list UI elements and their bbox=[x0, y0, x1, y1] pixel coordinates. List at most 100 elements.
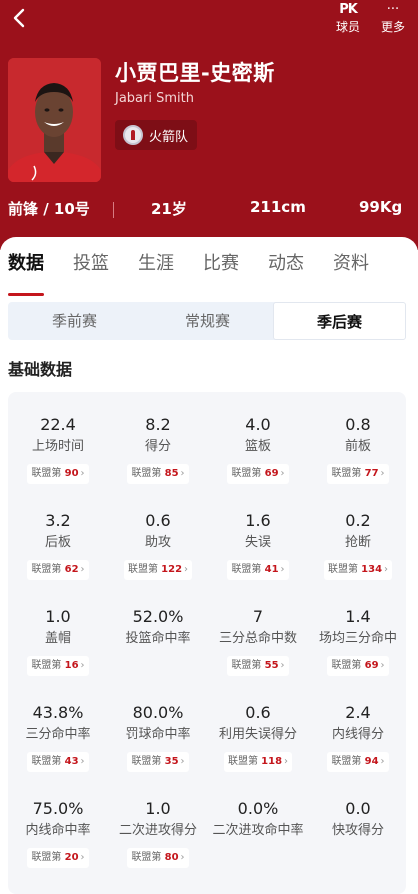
height: 211cm bbox=[250, 198, 306, 216]
segment-playoffs[interactable]: 季后赛 bbox=[273, 302, 406, 340]
team-logo-icon bbox=[123, 125, 143, 145]
rank-number: 43 bbox=[64, 756, 79, 767]
league-rank-link[interactable]: 联盟第 90 › bbox=[27, 464, 89, 484]
tab-data[interactable]: 数据 bbox=[8, 249, 44, 275]
rank-number: 122 bbox=[161, 564, 183, 575]
league-rank-link[interactable]: 联盟第 122 › bbox=[123, 560, 193, 580]
stat-value: 0.6 bbox=[145, 511, 171, 530]
rank-number: 69 bbox=[364, 660, 379, 671]
stat-value: 1.6 bbox=[245, 511, 271, 530]
league-rank-link[interactable]: 联盟第 55 › bbox=[227, 656, 289, 676]
rank-number: 55 bbox=[264, 660, 279, 671]
league-rank-link[interactable]: 联盟第 41 › bbox=[227, 560, 289, 580]
tab-profile[interactable]: 资料 bbox=[333, 249, 369, 275]
stat-cell: 0.6 利用失误得分 联盟第 118 › bbox=[208, 702, 308, 772]
stat-value: 2.4 bbox=[345, 703, 371, 722]
stat-label: 前板 bbox=[344, 439, 371, 454]
stat-cell: 3.2 后板 联盟第 62 › bbox=[8, 510, 108, 580]
stat-value: 8.2 bbox=[145, 415, 171, 434]
tab-shooting[interactable]: 投篮 bbox=[73, 249, 109, 275]
bio-divider bbox=[113, 202, 114, 218]
chevron-right-icon: › bbox=[384, 564, 389, 575]
league-rank-link[interactable]: 联盟第 77 › bbox=[327, 464, 389, 484]
rank-prefix: 联盟第 bbox=[331, 660, 365, 671]
more-button-label: 更多 bbox=[380, 20, 405, 34]
rank-number: 118 bbox=[261, 756, 283, 767]
stat-label: 三分命中率 bbox=[25, 727, 91, 742]
player-compare-button[interactable]: PK 球员 bbox=[331, 0, 365, 34]
tab-career[interactable]: 生涯 bbox=[138, 249, 174, 275]
rank-prefix: 联盟第 bbox=[31, 660, 65, 671]
team-link[interactable]: 火箭队 bbox=[115, 120, 197, 150]
stat-value: 0.8 bbox=[345, 415, 371, 434]
league-rank-link[interactable]: 联盟第 35 › bbox=[127, 752, 189, 772]
stat-cell: 80.0% 罚球命中率 联盟第 35 › bbox=[108, 702, 208, 772]
chevron-right-icon: › bbox=[280, 660, 285, 671]
team-name: 火箭队 bbox=[149, 129, 189, 145]
chevron-right-icon: › bbox=[80, 468, 85, 479]
rank-prefix: 联盟第 bbox=[227, 756, 262, 767]
stat-value: 1.0 bbox=[145, 799, 171, 818]
player-name-cn: 小贾巴里-史密斯 bbox=[115, 61, 275, 85]
league-rank-link[interactable]: 联盟第 62 › bbox=[27, 560, 89, 580]
stat-cell: 75.0% 内线命中率 联盟第 20 › bbox=[8, 798, 108, 868]
chevron-right-icon: › bbox=[80, 756, 85, 767]
tab-games[interactable]: 比赛 bbox=[203, 249, 239, 275]
chevron-right-icon: › bbox=[184, 564, 189, 575]
stat-label: 二次进攻命中率 bbox=[212, 823, 304, 838]
stat-label: 快攻得分 bbox=[331, 823, 384, 838]
stat-value: 0.2 bbox=[345, 511, 371, 530]
stat-cell: 0.6 助攻联盟第 122 › bbox=[108, 510, 208, 580]
rank-number: 134 bbox=[361, 564, 383, 575]
stat-label: 助攻 bbox=[144, 535, 171, 550]
rank-number: 94 bbox=[364, 756, 379, 767]
rank-prefix: 联盟第 bbox=[231, 564, 265, 575]
stat-value: 80.0% bbox=[132, 703, 184, 722]
league-rank-link[interactable]: 联盟第 43 › bbox=[27, 752, 89, 772]
player-bio: 前锋 / 10号 21岁 211cm 99Kg bbox=[0, 198, 418, 224]
main-tabs: 数据 投篮 生涯 比赛 动态 资料 bbox=[0, 249, 418, 296]
league-rank-link[interactable]: 联盟第 85 › bbox=[127, 464, 189, 484]
section-title: 基础数据 bbox=[8, 360, 73, 379]
rank-prefix: 联盟第 bbox=[231, 468, 265, 479]
segment-preseason[interactable]: 季前赛 bbox=[8, 302, 141, 340]
rank-prefix: 联盟第 bbox=[31, 468, 65, 479]
rank-prefix: 联盟第 bbox=[131, 756, 165, 767]
stat-label: 失误 bbox=[244, 535, 271, 550]
chevron-right-icon: › bbox=[284, 756, 289, 767]
chevron-right-icon: › bbox=[80, 660, 85, 671]
chevron-right-icon: › bbox=[280, 468, 285, 479]
league-rank-link[interactable]: 联盟第 94 › bbox=[327, 752, 389, 772]
rank-prefix: 联盟第 bbox=[31, 564, 65, 575]
stat-label: 利用失误得分 bbox=[218, 727, 297, 742]
tab-news[interactable]: 动态 bbox=[268, 249, 304, 275]
rank-prefix: 联盟第 bbox=[327, 564, 362, 575]
league-rank-link[interactable]: 联盟第 69 › bbox=[227, 464, 289, 484]
position-number: 前锋 / 10号 bbox=[8, 200, 90, 218]
more-button[interactable]: ··· 更多 bbox=[376, 0, 410, 34]
chevron-left-icon bbox=[13, 8, 25, 28]
league-rank-link[interactable]: 联盟第 134 › bbox=[323, 560, 393, 580]
league-rank-link[interactable]: 联盟第 69 › bbox=[327, 656, 389, 676]
rank-number: 85 bbox=[164, 468, 179, 479]
stat-value: 1.4 bbox=[345, 607, 371, 626]
back-button[interactable] bbox=[8, 6, 32, 30]
stat-cell: 0.2 抢断联盟第 134 › bbox=[308, 510, 408, 580]
stat-label: 后板 bbox=[44, 535, 71, 550]
stat-value: 4.0 bbox=[245, 415, 271, 434]
league-rank-link[interactable]: 联盟第 16 › bbox=[27, 656, 89, 676]
segment-regular[interactable]: 常规赛 bbox=[141, 302, 274, 340]
rank-number: 35 bbox=[164, 756, 179, 767]
stat-value: 0.0 bbox=[345, 799, 371, 818]
stat-label: 上场时间 bbox=[31, 439, 84, 454]
stat-cell: 0.8 前板联盟第 77 › bbox=[308, 414, 408, 484]
rank-number: 16 bbox=[64, 660, 79, 671]
league-rank-link[interactable]: 联盟第 80 › bbox=[127, 848, 189, 868]
rank-prefix: 联盟第 bbox=[31, 756, 65, 767]
chevron-right-icon: › bbox=[180, 852, 185, 863]
league-rank-link[interactable]: 联盟第 20 › bbox=[27, 848, 89, 868]
league-rank-link[interactable]: 联盟第 118 › bbox=[223, 752, 293, 772]
stat-label: 抢断 bbox=[344, 535, 371, 550]
chevron-right-icon: › bbox=[80, 852, 85, 863]
stat-value: 1.0 bbox=[45, 607, 71, 626]
